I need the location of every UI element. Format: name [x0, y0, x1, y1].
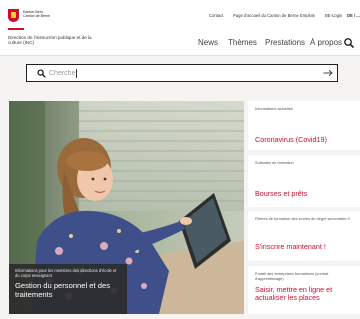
logo-underline [8, 28, 24, 30]
hero-caption-kicker: Informations pour les membres des direct… [15, 268, 117, 278]
nav-news[interactable]: News [198, 38, 218, 47]
top-link-be-login[interactable]: BE-Login [325, 13, 342, 18]
card-kicker: Informations actuelles [255, 106, 293, 111]
top-link-jobs[interactable]: Emplois [300, 13, 315, 18]
nav-about[interactable]: À propos [310, 38, 342, 47]
language-switch[interactable]: DE / ... [347, 13, 360, 18]
bern-logo-icon [8, 9, 19, 22]
hero-caption-title: Gestion du personnel et des traitements [15, 281, 110, 299]
top-link-contact[interactable]: Contact [209, 13, 223, 18]
card-apprenticeship-portal[interactable]: Portail des entreprises formatrices (con… [248, 266, 360, 314]
card-scholarships[interactable]: Subsides de formation Bourses et prêts [248, 155, 360, 207]
site-header: Kanton Bern Canton de Berne Direction de… [0, 0, 360, 55]
nav-services[interactable]: Prestations [265, 38, 305, 47]
top-link-canton-home[interactable]: Page d'accueil du Canton de Berne [233, 13, 299, 18]
card-registration[interactable]: Filières de formation des écoles du degr… [248, 211, 360, 261]
hero-caption[interactable]: Informations pour les membres des direct… [9, 264, 127, 314]
header-divider [0, 55, 360, 56]
logo-text: Kanton Bern Canton de Berne [23, 10, 51, 19]
card-kicker: Subsides de formation [255, 160, 294, 165]
card-title: S'inscrire maintenant ! [255, 242, 326, 251]
card-coronavirus[interactable]: Informations actuelles Coronavirus (Covi… [248, 101, 360, 150]
search-input[interactable] [49, 67, 299, 79]
search-toggle-button[interactable] [342, 36, 356, 50]
hero-teaser[interactable]: Informations pour les membres des direct… [9, 101, 244, 314]
directorate-name: Direction de l'instruction publique et d… [8, 35, 92, 46]
search-icon [37, 69, 46, 78]
card-title: Bourses et prêts [255, 189, 308, 198]
card-title: Coronavirus (Covid19) [255, 135, 327, 144]
card-kicker: Filières de formation des écoles du degr… [255, 216, 350, 221]
card-kicker: Portail des entreprises formatrices (con… [255, 271, 329, 281]
card-title: Saisir, mettre en ligne et actualiser le… [255, 285, 333, 303]
search-bar [26, 64, 338, 82]
nav-themes[interactable]: Thèmes [228, 38, 257, 47]
text-cursor [76, 69, 77, 78]
logo[interactable]: Kanton Bern Canton de Berne [8, 9, 68, 29]
arrow-right-icon[interactable] [323, 68, 333, 78]
search-icon [344, 38, 354, 48]
